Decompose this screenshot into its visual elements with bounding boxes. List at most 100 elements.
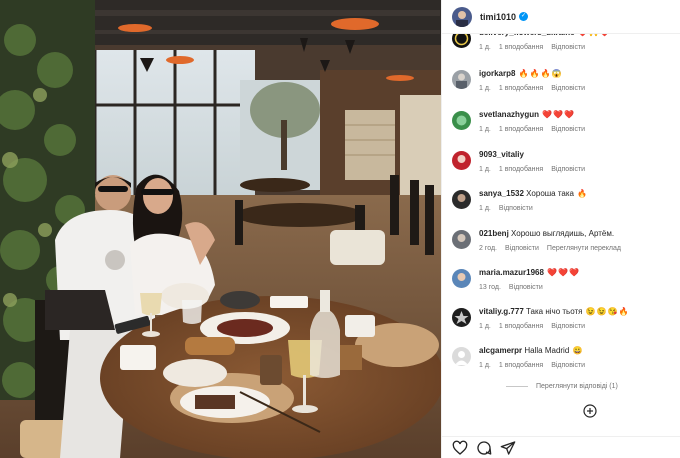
comment-emoji: 🔥	[529, 69, 540, 78]
comment-username[interactable]: vitaliy.g.777	[479, 307, 524, 316]
comment-time[interactable]: 1 д.	[479, 362, 491, 369]
comment-text: Така нічо тьотя	[526, 307, 583, 316]
comment-text: Хороша така	[526, 189, 575, 198]
post-actions-bar	[442, 436, 680, 458]
view-replies-label: Переглянути відповіді (1)	[536, 383, 618, 390]
comment-avatar[interactable]	[452, 151, 471, 170]
comment-item: alcgamerpr Halla Madrid 😀 1 д. 1 вподоба…	[452, 345, 677, 369]
comment-emoji: 🔥	[518, 69, 529, 78]
comment-emoji: 😉	[585, 307, 596, 316]
comment-emoji: 🙌	[589, 34, 599, 38]
comment-username[interactable]: 9093_vitaliy	[479, 150, 524, 159]
comment-item: 021benj Хорошо выглядишь, Артём. 2 год. …	[452, 228, 677, 252]
comment-avatar[interactable]	[452, 308, 471, 327]
comment-emoji: 🔥	[618, 307, 629, 316]
comment-time[interactable]: 2 год.	[479, 245, 497, 252]
comment-avatar[interactable]	[452, 269, 471, 288]
comment-item: sanya_1532 Хороша така 🔥 1 д. Відповісти	[452, 188, 677, 212]
comment-item: 9093_vitaliy 1 д. 1 вподобання Відповіст…	[452, 149, 677, 173]
comment-emoji: 🔥	[540, 69, 551, 78]
comment-meta: 1 д. 1 вподобання Відповісти	[479, 85, 585, 92]
comment-emoji: ❤️	[564, 110, 575, 119]
comment-username[interactable]: igorkarp8	[479, 69, 515, 78]
comment-username[interactable]: 021benj	[479, 229, 509, 238]
comment-avatar[interactable]	[452, 70, 471, 89]
comment-text: Хорошо выглядишь, Артём.	[511, 229, 615, 238]
comment-avatar[interactable]	[452, 111, 471, 130]
comment-meta: 1 д. 1 вподобання Відповісти	[479, 323, 629, 330]
comment-emoji: 🔥	[577, 189, 588, 198]
comment-item: maria.mazur1968 ❤️❤️❤️ 13 год. Відповіст…	[452, 267, 677, 291]
comment-likes[interactable]: 1 вподобання	[499, 166, 543, 173]
post-photo[interactable]	[0, 0, 441, 458]
translate-button[interactable]: Переглянути переклад	[547, 245, 621, 252]
comment-username[interactable]: alcgamerpr	[479, 346, 522, 355]
comment-meta: 13 год. Відповісти	[479, 284, 579, 291]
share-icon[interactable]	[500, 440, 516, 456]
comment-emoji: ❤️	[547, 268, 558, 277]
reply-button[interactable]: Відповісти	[509, 284, 543, 291]
reply-button[interactable]: Відповісти	[551, 166, 585, 173]
comment-time[interactable]: 1 д.	[479, 85, 491, 92]
reply-button[interactable]: Відповісти	[551, 44, 585, 51]
comment-item: delivery_flowers_ukraine ❤️🙌❤️ 1 д. 1 вп…	[452, 34, 677, 51]
reply-button[interactable]: Відповісти	[551, 126, 585, 133]
comment-likes[interactable]: 1 вподобання	[499, 44, 543, 51]
comment-emoji: 😘	[607, 307, 618, 316]
comment-likes[interactable]: 1 вподобання	[499, 323, 543, 330]
comment-meta: 1 д. 1 вподобання Відповісти	[479, 126, 585, 133]
comment-emoji: ❤️	[542, 110, 553, 119]
comment-emoji: ❤️	[558, 268, 569, 277]
comment-avatar[interactable]	[452, 230, 471, 249]
comment-likes[interactable]: 1 вподобання	[499, 85, 543, 92]
comment-username[interactable]: maria.mazur1968	[479, 268, 544, 277]
load-more-comments-button[interactable]	[583, 404, 597, 418]
comment-username[interactable]: sanya_1532	[479, 189, 524, 198]
verified-badge-icon: ✓	[519, 12, 529, 21]
reply-button[interactable]: Відповісти	[551, 362, 585, 369]
comment-time[interactable]: 13 год.	[479, 284, 501, 291]
heart-icon[interactable]	[452, 440, 468, 456]
comment-time[interactable]: 1 д.	[479, 126, 491, 133]
comment-icon[interactable]	[476, 440, 492, 456]
comments-panel: timi1010 ✓ delivery_flowers_ukraine ❤️🙌❤…	[441, 0, 680, 458]
comment-time[interactable]: 1 д.	[479, 44, 491, 51]
comment-item: igorkarp8 🔥🔥🔥😱 1 д. 1 вподобання Відпові…	[452, 68, 677, 92]
reply-button[interactable]: Відповісти	[551, 85, 585, 92]
comment-avatar[interactable]	[452, 34, 471, 48]
comment-time[interactable]: 1 д.	[479, 166, 491, 173]
comment-item: svetlanazhygun ❤️❤️❤️ 1 д. 1 вподобання …	[452, 109, 677, 133]
comment-username[interactable]: delivery_flowers_ukraine	[479, 34, 575, 37]
comment-likes[interactable]: 1 вподобання	[499, 126, 543, 133]
instagram-post-view: timi1010 ✓ delivery_flowers_ukraine ❤️🙌❤…	[0, 0, 680, 458]
comment-emoji: ❤️	[569, 268, 580, 277]
restaurant-photo-illustration	[0, 0, 441, 458]
replies-divider	[506, 386, 528, 387]
comment-meta: 1 д. 1 вподобання Відповісти	[479, 166, 585, 173]
comment-likes[interactable]: 1 вподобання	[499, 362, 543, 369]
post-header: timi1010 ✓	[442, 0, 680, 34]
comment-avatar[interactable]	[452, 347, 471, 366]
author-username[interactable]: timi1010	[480, 12, 516, 22]
comment-emoji: 😀	[572, 346, 583, 355]
comment-avatar[interactable]	[452, 190, 471, 209]
comment-meta: 1 д. 1 вподобання Відповісти	[479, 44, 610, 51]
comment-emoji: 😱	[551, 69, 562, 78]
comment-meta: 2 год. Відповісти Переглянути переклад	[479, 245, 621, 252]
plus-circle-icon	[583, 404, 597, 418]
comments-list[interactable]: delivery_flowers_ukraine ❤️🙌❤️ 1 д. 1 вп…	[442, 34, 680, 426]
view-replies-button[interactable]: Переглянути відповіді (1)	[506, 383, 618, 390]
comment-time[interactable]: 1 д.	[479, 205, 491, 212]
comment-emoji: 😉	[596, 307, 607, 316]
comment-item: vitaliy.g.777 Така нічо тьотя 😉😉😘🔥 1 д. …	[452, 306, 677, 330]
comment-username[interactable]: svetlanazhygun	[479, 110, 539, 119]
reply-button[interactable]: Відповісти	[499, 205, 533, 212]
comment-emoji: ❤️	[578, 34, 588, 38]
comment-meta: 1 д. 1 вподобання Відповісти	[479, 362, 585, 369]
reply-button[interactable]: Відповісти	[505, 245, 539, 252]
comment-emoji: ❤️	[600, 34, 610, 38]
comment-time[interactable]: 1 д.	[479, 323, 491, 330]
comment-text: Halla Madrid	[524, 346, 570, 355]
reply-button[interactable]: Відповісти	[551, 323, 585, 330]
author-avatar[interactable]	[452, 6, 472, 27]
